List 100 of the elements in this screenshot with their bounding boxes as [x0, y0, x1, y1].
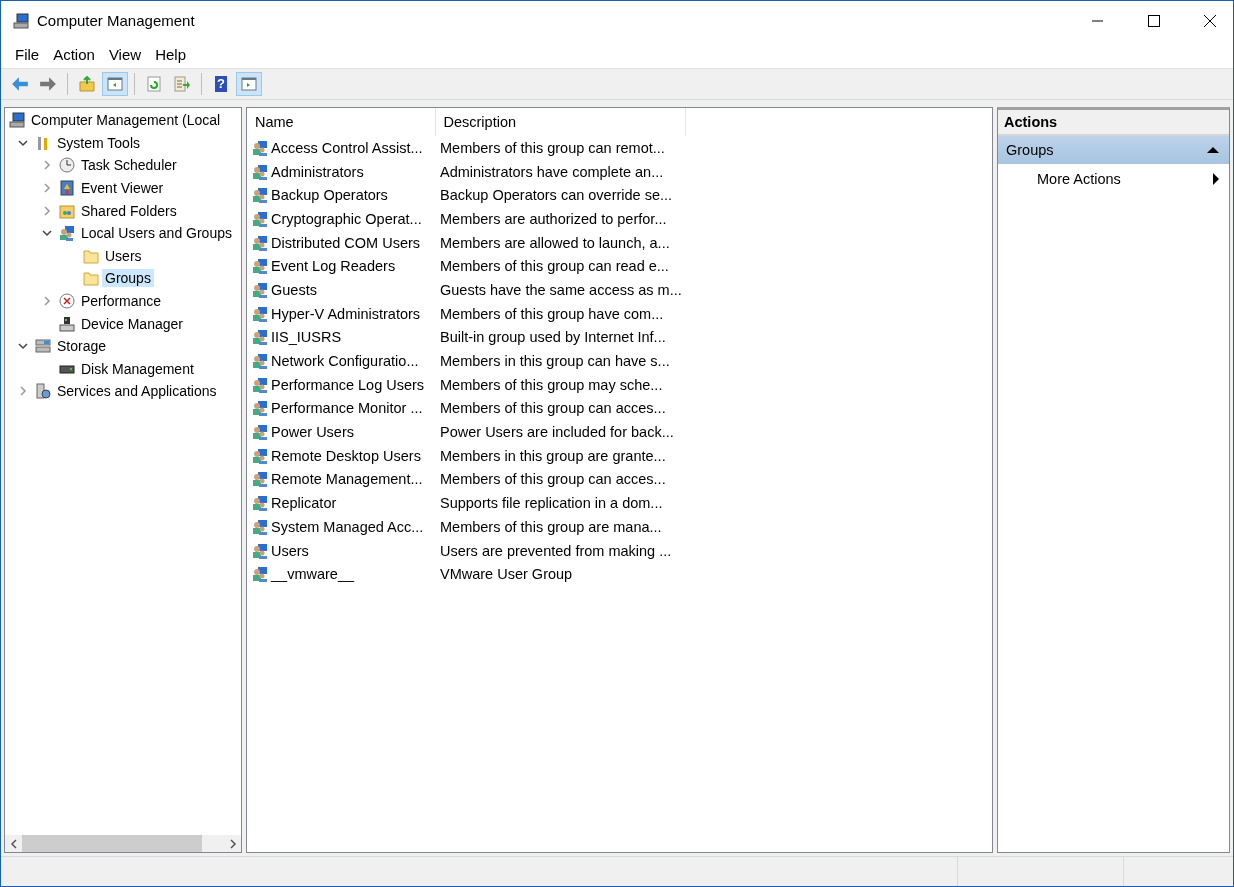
- chevron-icon: [18, 341, 28, 352]
- computer-icon: [9, 112, 25, 129]
- group-description: Members in this group can have s...: [439, 352, 671, 372]
- group-name[interactable]: Backup Operators: [271, 187, 388, 204]
- toolbar-button[interactable]: [102, 72, 128, 96]
- group-name[interactable]: Users: [271, 542, 309, 559]
- tree-item[interactable]: Event Viewer: [78, 179, 167, 198]
- group-icon: [252, 376, 268, 393]
- group-name[interactable]: __vmware__: [271, 566, 354, 583]
- tree-item[interactable]: Shared Folders: [78, 201, 180, 220]
- chevron-icon: [18, 386, 28, 397]
- gauge-icon: [59, 293, 75, 310]
- shared-folder-icon: [59, 202, 75, 219]
- column-header[interactable]: Description: [435, 108, 685, 136]
- group-name[interactable]: Administrators: [271, 163, 364, 180]
- group-icon: [252, 187, 268, 204]
- group-icon: [252, 542, 268, 559]
- group-name[interactable]: Performance Log Users: [271, 376, 425, 393]
- group-name[interactable]: Remote Management...: [271, 471, 423, 488]
- forward-arrow-icon: [38, 75, 58, 93]
- toolbar-button[interactable]: ?: [208, 72, 234, 96]
- menu-item[interactable]: File: [8, 43, 47, 65]
- tree-item[interactable]: Computer Management (Local: [28, 111, 224, 130]
- clock-icon: [59, 157, 75, 174]
- group-icon: [252, 424, 268, 441]
- tree-item[interactable]: Services and Applications: [54, 382, 220, 401]
- group-name[interactable]: IIS_IUSRS: [271, 329, 342, 346]
- group-icon: [252, 305, 268, 322]
- menu-item[interactable]: Action: [46, 43, 102, 65]
- chevron-icon: [42, 183, 52, 194]
- chevron-icon: [42, 205, 52, 216]
- chevron-right-icon: [228, 838, 237, 849]
- group-icon: [252, 566, 268, 583]
- group-name[interactable]: Remote Desktop Users: [271, 447, 421, 464]
- group-description: Members in this group are grante...: [439, 446, 667, 466]
- group-name[interactable]: Network Configuratio...: [271, 353, 419, 370]
- group-name[interactable]: Power Users: [271, 424, 354, 441]
- tree-item[interactable]: Disk Management: [78, 359, 197, 378]
- group-name[interactable]: Performance Monitor ...: [271, 400, 423, 417]
- group-name[interactable]: Distributed COM Users: [271, 234, 421, 251]
- storage-icon: [35, 338, 51, 355]
- action-item[interactable]: More Actions: [998, 164, 1229, 194]
- group-name[interactable]: Hyper-V Administrators: [271, 305, 421, 322]
- group-name[interactable]: Access Control Assist...: [271, 139, 423, 156]
- group-description: Members of this group can acces...: [439, 470, 667, 490]
- tree-item[interactable]: Performance: [78, 292, 165, 311]
- window-title: Computer Management: [37, 12, 196, 29]
- tree-item[interactable]: System Tools: [54, 133, 143, 152]
- tree-item[interactable]: Local Users and Groups: [78, 224, 235, 243]
- group-description: Supports file replication in a dom...: [439, 494, 664, 514]
- users-icon: [59, 225, 75, 242]
- group-description: Built-in group used by Internet Inf...: [439, 328, 667, 348]
- group-icon: [252, 210, 268, 227]
- folder-up-icon: [79, 76, 95, 92]
- group-icon: [252, 163, 268, 180]
- group-description: Members of this group can read e...: [439, 257, 670, 277]
- folder-icon: [83, 270, 99, 287]
- group-icon: [252, 447, 268, 464]
- chevron-icon: [42, 296, 52, 307]
- group-icon: [252, 400, 268, 417]
- group-name[interactable]: Guests: [271, 281, 317, 298]
- horizontal-scrollbar[interactable]: [5, 835, 241, 852]
- collapse-arrow-icon: [1207, 146, 1219, 154]
- group-description: Backup Operators can override se...: [439, 186, 674, 206]
- group-description: Power Users are included for back...: [439, 423, 675, 443]
- group-name[interactable]: Event Log Readers: [271, 258, 396, 275]
- group-icon: [252, 329, 268, 346]
- group-name[interactable]: Cryptographic Operat...: [271, 210, 422, 227]
- group-icon: [252, 258, 268, 275]
- group-name[interactable]: System Managed Acc...: [271, 518, 424, 535]
- back-arrow-icon: [10, 75, 30, 93]
- show-action-pane-icon: [241, 76, 257, 92]
- group-description: Administrators have complete an...: [439, 162, 665, 182]
- actions-section-header[interactable]: Groups: [998, 136, 1229, 164]
- computer-icon: [13, 12, 29, 29]
- export-list-icon: [174, 76, 190, 92]
- group-name[interactable]: Replicator: [271, 495, 337, 512]
- menu-item[interactable]: Help: [148, 43, 193, 65]
- group-description: Guests have the same access as m...: [439, 280, 683, 300]
- group-description: Members of this group have com...: [439, 304, 665, 324]
- refresh-icon: [146, 76, 162, 92]
- scroll-thumb[interactable]: [22, 835, 202, 852]
- tree-item[interactable]: Task Scheduler: [78, 156, 180, 175]
- chevron-icon: [42, 228, 52, 239]
- tree-item[interactable]: Users: [102, 246, 145, 265]
- group-description: Members of this group may sche...: [439, 375, 664, 395]
- event-log-icon: [59, 180, 75, 197]
- group-description: VMware User Group: [439, 565, 574, 585]
- tree-item[interactable]: Device Manager: [78, 314, 186, 333]
- menu-item[interactable]: View: [101, 43, 149, 65]
- toolbar-button[interactable]: [236, 72, 262, 96]
- services-icon: [35, 383, 51, 400]
- device-icon: [59, 315, 75, 332]
- group-icon: [252, 234, 268, 251]
- group-description: Users are prevented from making ...: [439, 541, 673, 561]
- group-icon: [252, 353, 268, 370]
- tree-item[interactable]: Groups: [102, 269, 154, 288]
- tree-item[interactable]: Storage: [54, 337, 110, 356]
- close-icon: [1204, 14, 1216, 27]
- column-header[interactable]: Name: [247, 108, 435, 136]
